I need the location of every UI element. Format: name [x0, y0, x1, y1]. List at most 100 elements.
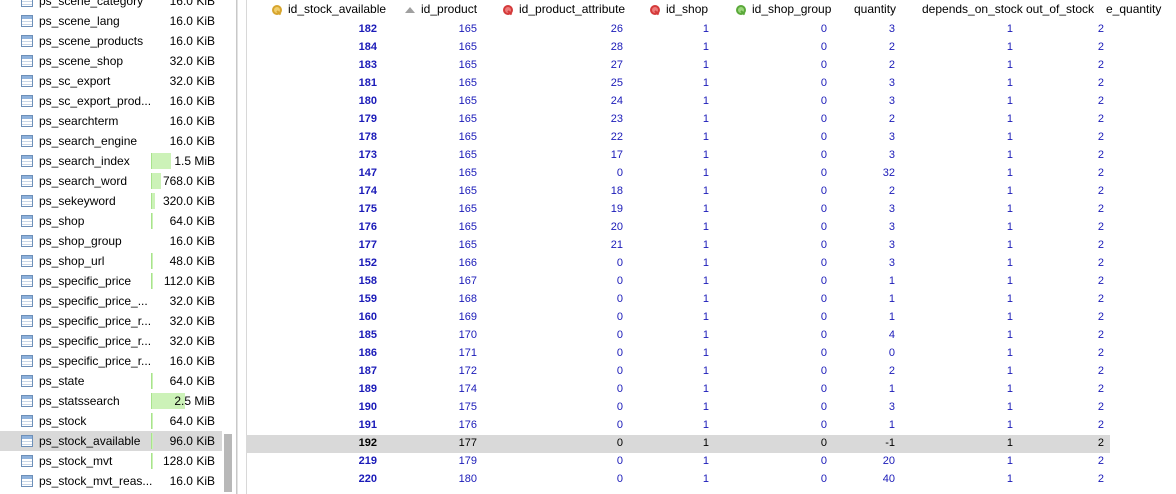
table-cell[interactable]: 0 — [821, 437, 827, 449]
table-cell[interactable]: 176 — [359, 221, 377, 233]
table-cell[interactable]: 2 — [1098, 131, 1104, 143]
table-cell[interactable]: 3 — [889, 239, 895, 251]
table-cell[interactable]: 152 — [359, 257, 377, 269]
table-cell[interactable]: 2 — [889, 365, 895, 377]
table-cell[interactable]: 1 — [703, 131, 709, 143]
table-cell[interactable]: 2 — [1098, 473, 1104, 485]
table-row[interactable]: 160 169 0 1 0 1 1 2 — [246, 309, 1110, 327]
sidebar-table-item[interactable]: ps_stock_mvt 128.0 KiB — [0, 451, 222, 471]
table-cell[interactable]: 1 — [703, 383, 709, 395]
table-cell[interactable]: 3 — [889, 401, 895, 413]
table-cell[interactable]: 3 — [889, 221, 895, 233]
column-header[interactable]: id_product — [405, 2, 477, 22]
table-cell[interactable]: 1 — [703, 41, 709, 53]
table-cell[interactable]: 0 — [821, 113, 827, 125]
table-cell[interactable]: 1 — [1007, 419, 1013, 431]
table-cell[interactable]: 0 — [617, 455, 623, 467]
table-cell[interactable]: 3 — [889, 203, 895, 215]
table-cell[interactable]: 0 — [821, 257, 827, 269]
table-row[interactable]: 174 165 18 1 0 2 1 2 — [246, 183, 1110, 201]
table-cell[interactable]: 1 — [1007, 311, 1013, 323]
table-cell[interactable]: 0 — [821, 311, 827, 323]
table-cell[interactable]: 169 — [459, 311, 477, 323]
column-header[interactable]: id_shop_group — [736, 2, 831, 22]
table-cell[interactable]: 1 — [889, 275, 895, 287]
table-row[interactable]: 185 170 0 1 0 4 1 2 — [246, 327, 1110, 345]
table-cell[interactable]: 180 — [359, 95, 377, 107]
table-cell[interactable]: 0 — [821, 455, 827, 467]
table-cell[interactable]: 0 — [617, 473, 623, 485]
table-cell[interactable]: 0 — [617, 383, 623, 395]
table-cell[interactable]: 165 — [459, 113, 477, 125]
table-cell[interactable]: 0 — [617, 347, 623, 359]
table-cell[interactable]: 1 — [889, 311, 895, 323]
table-cell[interactable]: 185 — [359, 329, 377, 341]
table-cell[interactable]: 27 — [611, 59, 623, 71]
table-cell[interactable]: 19 — [611, 203, 623, 215]
sidebar-table-item[interactable]: ps_shop_group 16.0 KiB — [0, 231, 222, 251]
table-cell[interactable]: 0 — [821, 293, 827, 305]
table-cell[interactable]: 191 — [359, 419, 377, 431]
table-cell[interactable]: 165 — [459, 149, 477, 161]
table-cell[interactable]: 2 — [1098, 167, 1104, 179]
table-cell[interactable]: 1 — [703, 257, 709, 269]
table-cell[interactable]: 1 — [1007, 167, 1013, 179]
table-cell[interactable]: 1 — [703, 437, 709, 449]
table-cell[interactable]: 1 — [1007, 131, 1013, 143]
table-cell[interactable]: 2 — [1098, 113, 1104, 125]
table-cell[interactable]: 3 — [889, 77, 895, 89]
table-cell[interactable]: 0 — [821, 59, 827, 71]
table-cell[interactable]: 2 — [1098, 95, 1104, 107]
table-row[interactable]: 187 172 0 1 0 2 1 2 — [246, 363, 1110, 381]
table-cell[interactable]: 0 — [821, 185, 827, 197]
table-cell[interactable]: 1 — [1007, 239, 1013, 251]
table-cell[interactable]: 1 — [1007, 365, 1013, 377]
table-row[interactable]: 181 165 25 1 0 3 1 2 — [246, 75, 1110, 93]
table-cell[interactable]: 1 — [1007, 329, 1013, 341]
sidebar-table-item[interactable]: ps_sc_export_prod... 16.0 KiB — [0, 91, 222, 111]
sidebar-table-item[interactable]: ps_stock_mvt_reas... 16.0 KiB — [0, 471, 222, 491]
table-row[interactable]: 147 165 0 1 0 32 1 2 — [246, 165, 1110, 183]
table-cell[interactable]: 183 — [359, 59, 377, 71]
table-cell[interactable]: 1 — [703, 221, 709, 233]
table-cell[interactable]: 1 — [1007, 149, 1013, 161]
table-cell[interactable]: 190 — [359, 401, 377, 413]
table-cell[interactable]: 1 — [703, 275, 709, 287]
table-cell[interactable]: 174 — [359, 185, 377, 197]
table-cell[interactable]: 2 — [889, 41, 895, 53]
table-cell[interactable]: 168 — [459, 293, 477, 305]
table-cell[interactable]: 171 — [459, 347, 477, 359]
column-header[interactable]: id_product_attribute — [503, 2, 625, 22]
table-cell[interactable]: 181 — [359, 77, 377, 89]
table-row[interactable]: 176 165 20 1 0 3 1 2 — [246, 219, 1110, 237]
table-cell[interactable]: 186 — [359, 347, 377, 359]
table-cell[interactable]: 1 — [889, 293, 895, 305]
table-cell[interactable]: 2 — [1098, 41, 1104, 53]
table-row[interactable]: 183 165 27 1 0 2 1 2 — [246, 57, 1110, 75]
table-cell[interactable]: 0 — [617, 365, 623, 377]
sidebar-table-item[interactable]: ps_search_index 1.5 MiB — [0, 151, 222, 171]
sidebar-table-item[interactable]: ps_sc_export 32.0 KiB — [0, 71, 222, 91]
column-header[interactable]: e_quantity — [1104, 2, 1162, 22]
table-cell[interactable]: 173 — [359, 149, 377, 161]
table-row[interactable]: 180 165 24 1 0 3 1 2 — [246, 93, 1110, 111]
table-cell[interactable]: 0 — [617, 311, 623, 323]
pane-splitter[interactable] — [236, 0, 238, 494]
table-cell[interactable]: 18 — [611, 185, 623, 197]
table-cell[interactable]: 3 — [889, 149, 895, 161]
table-cell[interactable]: 160 — [359, 311, 377, 323]
table-cell[interactable]: 2 — [889, 185, 895, 197]
table-cell[interactable]: 175 — [459, 401, 477, 413]
table-cell[interactable]: 0 — [617, 293, 623, 305]
table-cell[interactable]: 176 — [459, 419, 477, 431]
table-cell[interactable]: 184 — [359, 41, 377, 53]
sidebar-table-item[interactable]: ps_scene_shop 32.0 KiB — [0, 51, 222, 71]
table-cell[interactable]: 2 — [1098, 239, 1104, 251]
table-cell[interactable]: 165 — [459, 95, 477, 107]
table-cell[interactable]: 1 — [703, 347, 709, 359]
sidebar-table-item[interactable]: ps_specific_price_r... 32.0 KiB — [0, 331, 222, 351]
table-cell[interactable]: 165 — [459, 23, 477, 35]
sidebar-table-item[interactable]: ps_specific_price 112.0 KiB — [0, 271, 222, 291]
table-cell[interactable]: 0 — [617, 437, 623, 449]
table-cell[interactable]: 165 — [459, 77, 477, 89]
